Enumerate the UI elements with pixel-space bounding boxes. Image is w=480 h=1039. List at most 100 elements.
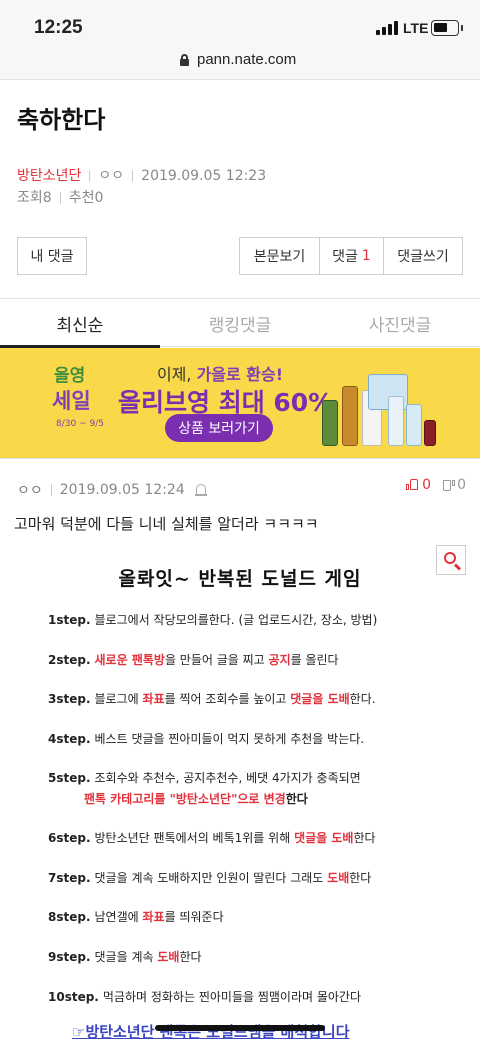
post-datetime: 2019.09.05 12:23 (141, 168, 267, 184)
step-highlight: 댓글을 도배 (294, 831, 354, 845)
home-indicator[interactable] (155, 1025, 325, 1031)
comment-author: ㅇㅇ (17, 483, 43, 499)
step-text: 베스트 댓글을 찐아미들이 먹지 못하게 추천을 박는다. (94, 732, 365, 746)
ad-cta-button[interactable]: 상품 보러가기 (165, 414, 273, 442)
step-text: 댓글을 계속 (94, 950, 158, 964)
comment-votes: 0 0 (406, 477, 466, 493)
step-5: 5step. 조회수와 추천수, 공지추천수, 베댓 4가지가 충족되면 (48, 769, 361, 786)
image-title: 올롸잇~ 반복된 도널드 게임 (118, 568, 362, 590)
step-text: 한다. (349, 692, 376, 706)
url-text[interactable]: pann.nate.com (197, 51, 296, 68)
step-text: 방탄소년단 팬톡에서의 베톡1위를 위해 (94, 831, 295, 845)
comments-label: 댓글 (332, 249, 358, 265)
upvote-count: 0 (422, 477, 432, 493)
downvote-count: 0 (457, 477, 466, 493)
step-text: 한다 (179, 950, 202, 964)
step-text: 를 올린다 (290, 653, 339, 667)
post-category[interactable]: 방탄소년단 (17, 168, 81, 184)
step-text: 를 찍어 조회수를 높이고 (164, 692, 291, 706)
step-number: 1step. (48, 613, 91, 627)
step-highlight: 도배 (157, 950, 180, 964)
sale-dates: 8/30 ~ 9/5 (56, 419, 104, 429)
step-text: 를 띄워준다 (164, 910, 224, 924)
step-number: 4step. (48, 732, 91, 746)
network-type: LTE (403, 20, 429, 36)
ad-banner[interactable]: 올영 세일 8/30 ~ 9/5 이제, 가을로 환승! 올리브영 최대 60%… (0, 348, 480, 458)
report-icon[interactable] (194, 483, 207, 497)
view-post-button[interactable]: 본문보기 (239, 237, 320, 275)
divider (89, 170, 91, 182)
step-number: 10step. (48, 990, 99, 1004)
tab-latest[interactable]: 최신순 (0, 299, 160, 348)
step-number: 9step. (48, 950, 91, 964)
battery-icon (431, 20, 463, 36)
address-bar[interactable]: pann.nate.com (0, 42, 480, 80)
comments-button[interactable]: 댓글 1 (319, 237, 384, 275)
step-highlight: 좌표 (142, 910, 165, 924)
step-number: 6step. (48, 831, 91, 845)
step-text: 블로그에 (94, 692, 143, 706)
likes-label: 추천 (68, 190, 95, 206)
post-author: ㅇㅇ (98, 168, 125, 184)
comment-datetime: 2019.09.05 12:24 (59, 482, 185, 498)
status-time: 12:25 (34, 17, 83, 38)
step-2: 2step. 새로운 팬톡방을 만들어 글을 찌고 공지를 올린다 (48, 651, 339, 668)
step-text: 한다 (285, 792, 308, 806)
step-text: 남연갤에 (94, 910, 143, 924)
step-number: 7step. (48, 871, 91, 885)
step-6: 6step. 방탄소년단 팬톡에서의 베톡1위를 위해 댓글을 도배한다 (48, 829, 376, 846)
likes-count: 0 (94, 190, 104, 206)
post-meta: 방탄소년단 ㅇㅇ 2019.09.05 12:23 (17, 165, 266, 185)
tab-photo[interactable]: 사진댓글 (320, 299, 480, 347)
write-comment-button[interactable]: 댓글쓰기 (383, 237, 463, 275)
divider (50, 484, 52, 496)
step-8: 8step. 남연갤에 좌표를 띄워준다 (48, 908, 224, 925)
write-comment-label: 댓글쓰기 (397, 249, 449, 265)
comment-text: 고마워 덕분에 다들 니네 실체를 알더라 ㅋㅋㅋㅋ (14, 515, 319, 533)
step-highlight: 도배 (327, 871, 350, 885)
post-title: 축하한다 (17, 106, 106, 134)
tab-ranking[interactable]: 랭킹댓글 (160, 299, 320, 347)
comment-meta: ㅇㅇ 2019.09.05 12:24 (17, 480, 207, 500)
my-comments-label: 내 댓글 (30, 249, 74, 265)
step-text: 먹금하며 정화하는 찐아미들을 찜맴이라며 몰아간다 (102, 990, 362, 1004)
upvote-button[interactable]: 0 (406, 477, 431, 493)
step-highlight: 팬톡 카테고리를 "방탄소년단"으로 변경 (84, 792, 286, 806)
product-image (388, 396, 404, 446)
my-comments-button[interactable]: 내 댓글 (17, 237, 87, 275)
sale-bottom: 세일 (52, 389, 91, 413)
signal-icon (376, 21, 398, 35)
step-1: 1step. 블로그에서 작당모의를한다. (글 업로드시간, 장소, 방법) (48, 611, 377, 628)
lock-icon (180, 54, 189, 66)
step-10: 10step. 먹금하며 정화하는 찐아미들을 찜맴이라며 몰아간다 (48, 988, 361, 1005)
post-stats: 조회8 추천0 (17, 187, 103, 207)
step-number: 8step. (48, 910, 91, 924)
step-highlight: 새로운 팬톡방 (94, 653, 165, 667)
step-5-sub: 팬톡 카테고리를 "방탄소년단"으로 변경한다 (84, 790, 308, 807)
step-text: 댓글을 계속 도배하지만 인원이 딸린다 그래도 (94, 871, 328, 885)
step-text: 조회수와 추천수, 공지추천수, 베댓 4가지가 충족되면 (94, 771, 361, 785)
step-text: 블로그에서 작당모의를한다. (글 업로드시간, 장소, 방법) (94, 613, 378, 627)
divider (132, 170, 134, 182)
step-highlight: 댓글을 도배 (290, 692, 350, 706)
thumb-down-icon (441, 478, 456, 492)
views-label: 조회 (17, 190, 43, 206)
views-count: 8 (42, 190, 52, 206)
step-7: 7step. 댓글을 계속 도배하지만 인원이 딸린다 그래도 도배한다 (48, 869, 371, 886)
view-post-label: 본문보기 (253, 249, 306, 265)
product-image (424, 420, 436, 446)
step-number: 3step. (48, 692, 91, 706)
product-image (342, 386, 358, 446)
step-text: 한다 (349, 871, 372, 885)
comments-count: 1 (361, 248, 371, 264)
step-number: 2step. (48, 653, 91, 667)
downvote-button[interactable]: 0 (441, 477, 466, 493)
product-image (322, 400, 338, 446)
step-text: 을 만들어 글을 찌고 (164, 653, 269, 667)
step-3: 3step. 블로그에 좌표를 찍어 조회수를 높이고 댓글을 도배한다. (48, 690, 376, 707)
ad-headline-a: 이제, (156, 365, 197, 384)
step-highlight: 공지 (268, 653, 291, 667)
product-image (406, 404, 422, 446)
step-text: 한다 (353, 831, 376, 845)
divider (59, 192, 61, 204)
